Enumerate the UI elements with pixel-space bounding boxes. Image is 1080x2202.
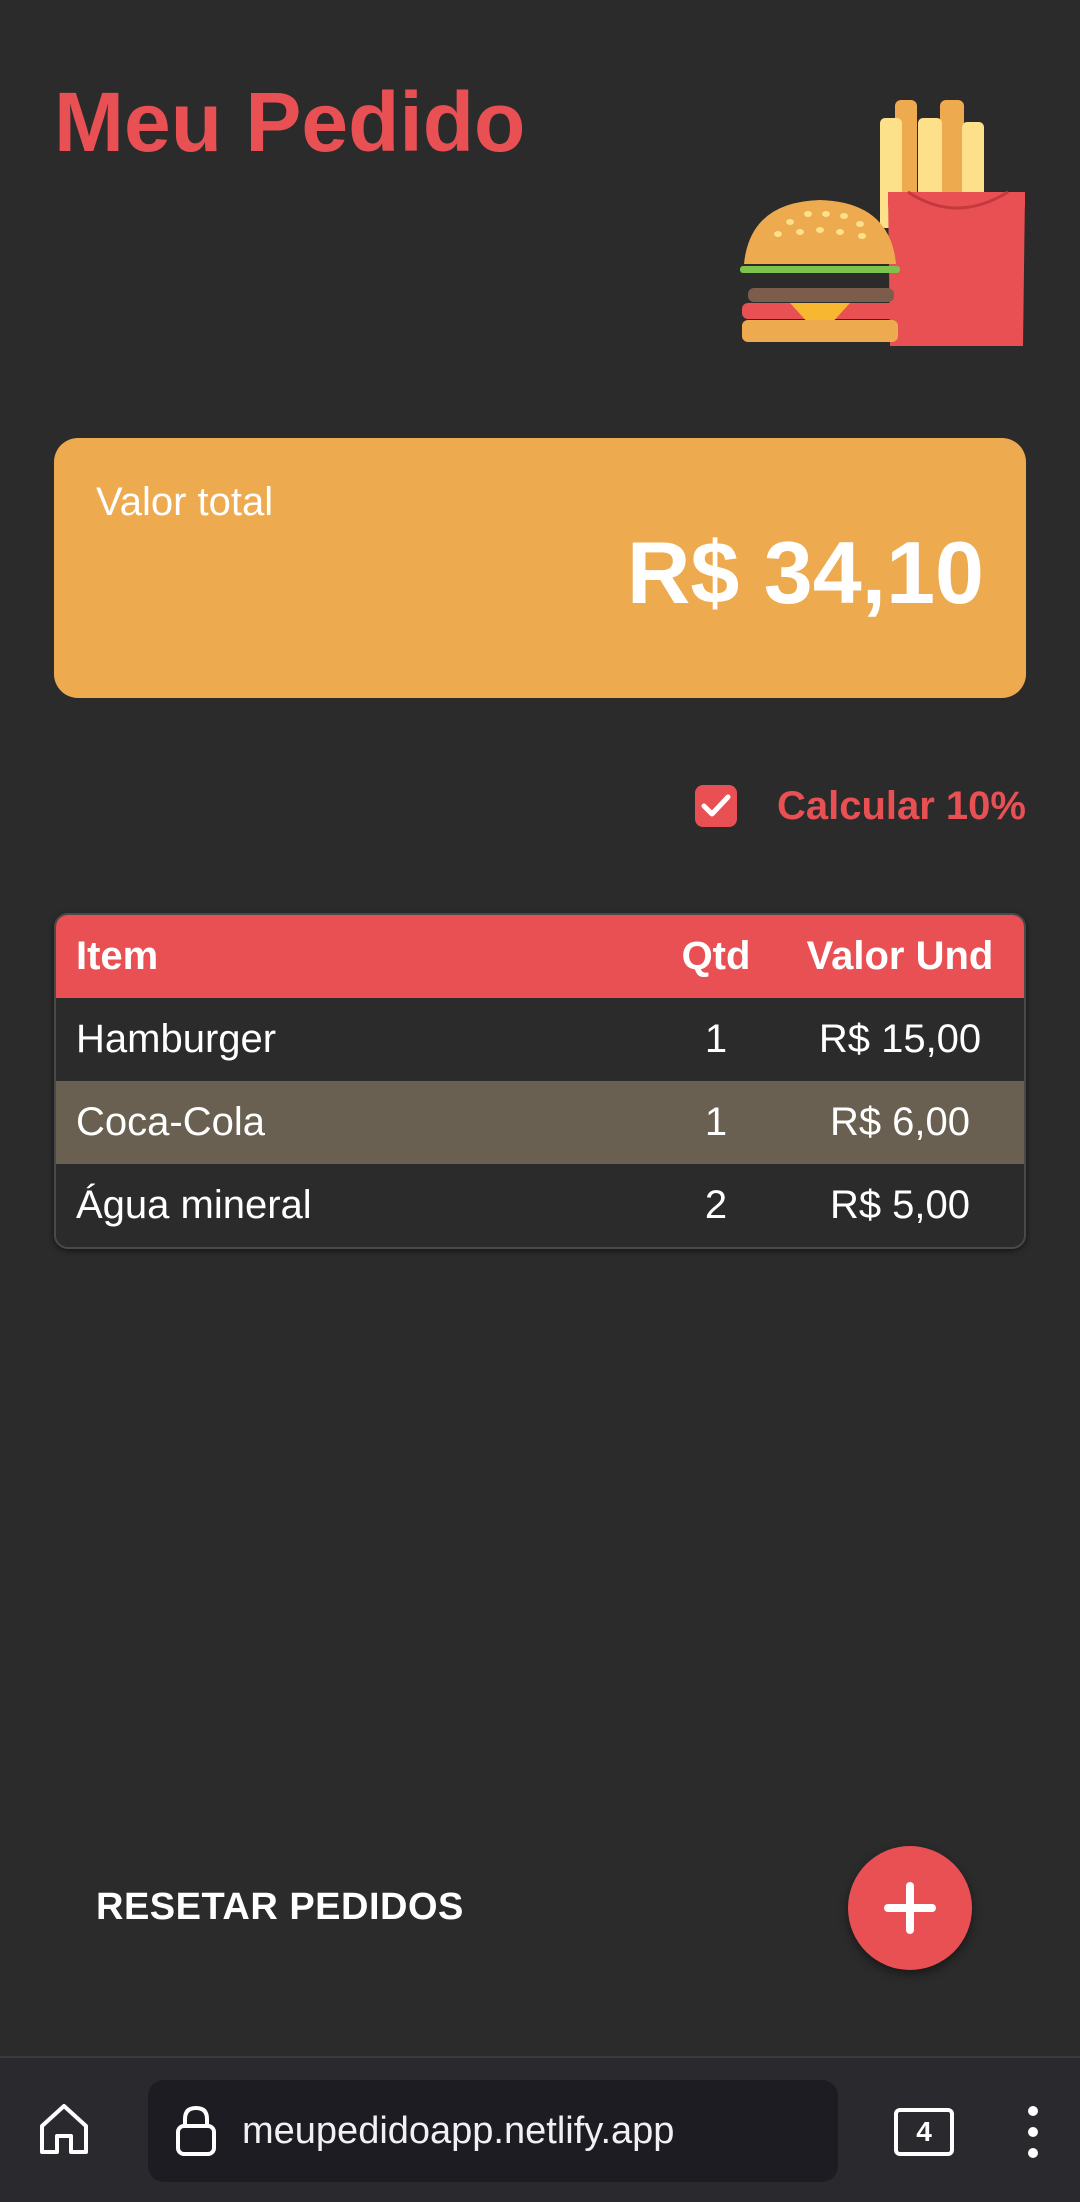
- more-menu-button[interactable]: [1018, 2104, 1048, 2160]
- address-bar[interactable]: meupedidoapp.netlify.app: [148, 2080, 838, 2182]
- header-unit-price: Valor Und: [806, 934, 994, 978]
- home-icon: [40, 2104, 88, 2154]
- row-qty: 1: [704, 1017, 728, 1061]
- table-row[interactable]: Coca-Cola 1 R$ 6,00: [56, 1081, 1024, 1164]
- row-item: Água mineral: [76, 1183, 312, 1227]
- order-table: Item Qtd Valor Und Hamburger 1 R$ 15,00 …: [54, 913, 1026, 1249]
- home-button[interactable]: [34, 2098, 94, 2158]
- row-item: Hamburger: [76, 1017, 277, 1061]
- app-screen: Meu Pedido Valor total R$ 34,10 Calcular…: [0, 0, 1080, 2202]
- add-item-button[interactable]: [848, 1846, 972, 1970]
- row-qty: 1: [704, 1100, 728, 1144]
- table-row[interactable]: Hamburger 1 R$ 15,00: [56, 998, 1024, 1081]
- service-fee-label: Calcular 10%: [776, 783, 1026, 828]
- row-item: Coca-Cola: [76, 1100, 265, 1144]
- plus-icon: [884, 1882, 936, 1934]
- row-qty: 2: [704, 1183, 728, 1227]
- service-fee-checkbox[interactable]: [694, 785, 737, 827]
- row-unit-price: R$ 15,00: [818, 1017, 982, 1061]
- more-vertical-icon: [1028, 2106, 1038, 2158]
- row-unit-price: R$ 5,00: [829, 1183, 971, 1227]
- url-text: meupedidoapp.netlify.app: [242, 2109, 675, 2152]
- table-row[interactable]: Água mineral 2 R$ 5,00: [56, 1164, 1024, 1247]
- page-title: Meu Pedido: [54, 75, 526, 169]
- header-qty: Qtd: [681, 934, 751, 978]
- table-header: Item Qtd Valor Und: [56, 915, 1024, 998]
- total-value: R$ 34,10: [626, 523, 984, 622]
- tabs-button[interactable]: 4: [894, 2108, 954, 2156]
- header-item: Item: [76, 934, 159, 978]
- service-fee-toggle[interactable]: Calcular 10%: [694, 782, 1026, 830]
- row-unit-price: R$ 6,00: [829, 1100, 971, 1144]
- burger-fries-logo: [740, 92, 1030, 352]
- total-label: Valor total: [96, 480, 274, 524]
- lock-icon: [176, 2105, 216, 2156]
- reset-orders-button[interactable]: RESETAR PEDIDOS: [96, 1886, 464, 1929]
- total-card: Valor total R$ 34,10: [54, 438, 1026, 698]
- browser-toolbar: meupedidoapp.netlify.app 4: [0, 2056, 1080, 2202]
- check-icon: [701, 794, 731, 817]
